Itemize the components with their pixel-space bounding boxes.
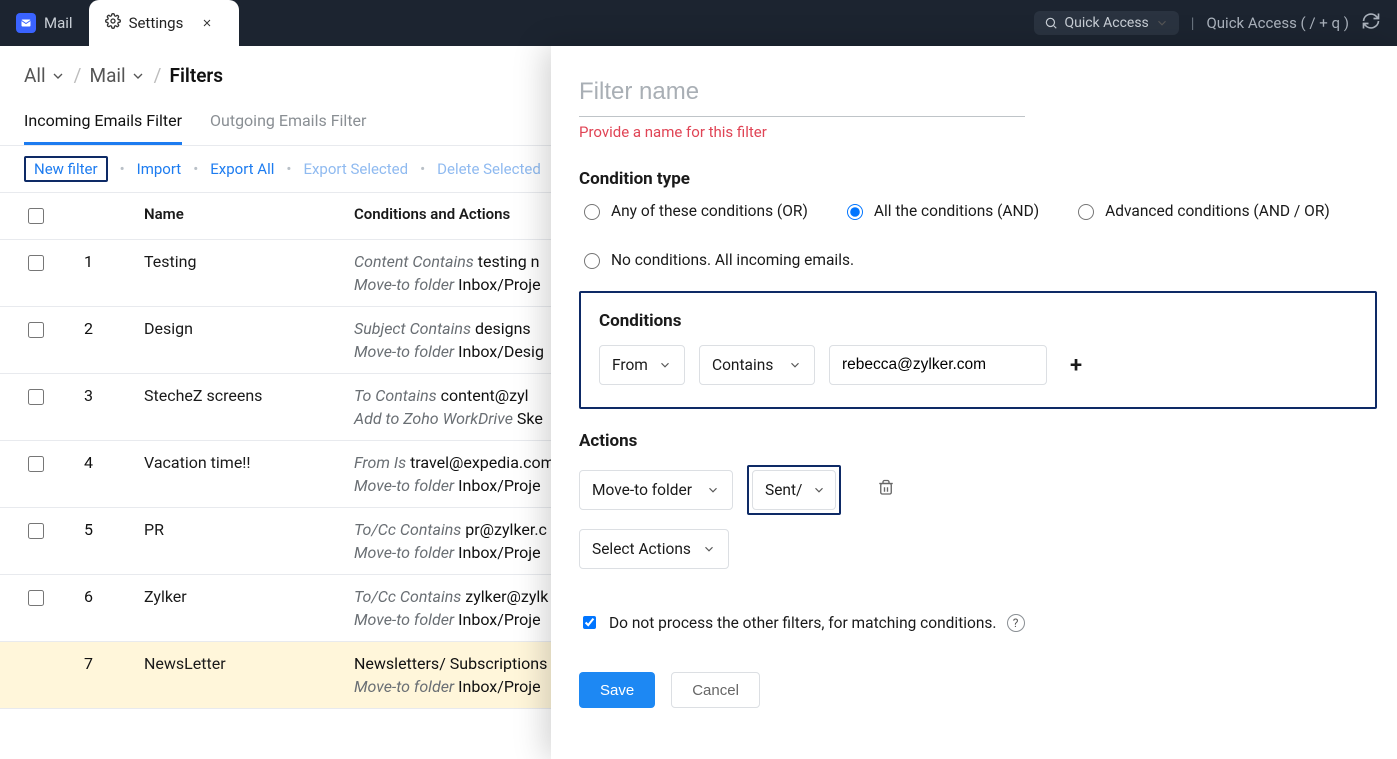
row-name: Testing bbox=[144, 252, 354, 271]
condition-value-input[interactable] bbox=[829, 345, 1047, 385]
breadcrumb-mail[interactable]: Mail bbox=[89, 64, 145, 87]
delete-action-button[interactable] bbox=[877, 479, 895, 501]
row-checkbox[interactable] bbox=[28, 523, 44, 539]
breadcrumb-all-label: All bbox=[24, 64, 46, 87]
tab-mail-label: Mail bbox=[44, 14, 73, 32]
breadcrumb-current: Filters bbox=[170, 64, 224, 87]
row-index: 5 bbox=[84, 520, 144, 539]
select-all-checkbox[interactable] bbox=[28, 208, 44, 224]
quick-access-hint: Quick Access ( / + q ) bbox=[1206, 14, 1349, 32]
export-selected-link[interactable]: Export Selected bbox=[303, 160, 408, 178]
row-index: 7 bbox=[84, 654, 144, 673]
action-type-dropdown[interactable]: Move-to folder bbox=[579, 470, 733, 510]
condition-type-title: Condition type bbox=[579, 169, 1377, 189]
chevron-down-icon bbox=[702, 542, 716, 556]
search-icon bbox=[1044, 16, 1058, 30]
filter-edit-panel: Provide a name for this filter Condition… bbox=[551, 46, 1397, 759]
tab-settings[interactable]: Settings bbox=[89, 0, 239, 46]
condition-type-radios: Any of these conditions (OR) All the con… bbox=[579, 201, 1377, 269]
quick-access-pill-label: Quick Access bbox=[1064, 15, 1148, 31]
row-checkbox[interactable] bbox=[28, 456, 44, 472]
row-name: NewsLetter bbox=[144, 654, 354, 673]
sync-icon[interactable] bbox=[1361, 11, 1381, 35]
add-action-dropdown[interactable]: Select Actions bbox=[579, 529, 729, 569]
row-name: Zylker bbox=[144, 587, 354, 606]
row-index: 2 bbox=[84, 319, 144, 338]
delete-selected-link[interactable]: Delete Selected bbox=[437, 160, 541, 178]
row-index: 6 bbox=[84, 587, 144, 606]
help-icon[interactable]: ? bbox=[1007, 614, 1025, 632]
filter-name-error: Provide a name for this filter bbox=[579, 123, 1377, 141]
chevron-down-icon bbox=[812, 483, 826, 497]
chevron-down-icon bbox=[788, 358, 802, 372]
skip-other-filters-label: Do not process the other filters, for ma… bbox=[609, 614, 997, 632]
chevron-down-icon bbox=[50, 68, 66, 84]
skip-other-filters-checkbox[interactable] bbox=[583, 616, 596, 629]
save-button[interactable]: Save bbox=[579, 672, 655, 708]
chevron-down-icon bbox=[130, 68, 146, 84]
gear-icon bbox=[105, 13, 121, 33]
radio-any[interactable]: Any of these conditions (OR) bbox=[579, 201, 808, 220]
row-name: StecheZ screens bbox=[144, 386, 354, 405]
tab-incoming-filters[interactable]: Incoming Emails Filter bbox=[24, 101, 182, 145]
tab-settings-label: Settings bbox=[129, 14, 184, 32]
filter-name-input[interactable] bbox=[579, 72, 1025, 117]
row-checkbox[interactable] bbox=[28, 590, 44, 606]
export-all-link[interactable]: Export All bbox=[210, 160, 274, 178]
quick-access-area: Quick Access | Quick Access ( / + q ) bbox=[1034, 0, 1397, 46]
conditions-title: Conditions bbox=[599, 311, 1357, 331]
condition-row: From Contains + bbox=[599, 345, 1357, 385]
topbar: Mail Settings Quick Access | Quick Acces… bbox=[0, 0, 1397, 46]
row-checkbox[interactable] bbox=[28, 322, 44, 338]
breadcrumb-mail-label: Mail bbox=[89, 64, 125, 87]
row-index: 4 bbox=[84, 453, 144, 472]
action-folder-dropdown[interactable]: Sent/ bbox=[752, 470, 836, 510]
import-link[interactable]: Import bbox=[137, 160, 182, 178]
breadcrumb-all[interactable]: All bbox=[24, 64, 66, 87]
row-checkbox[interactable] bbox=[28, 389, 44, 405]
radio-all[interactable]: All the conditions (AND) bbox=[842, 201, 1039, 220]
row-name: PR bbox=[144, 520, 354, 539]
quick-access-dropdown[interactable]: Quick Access bbox=[1034, 11, 1178, 35]
row-name: Design bbox=[144, 319, 354, 338]
tab-mail[interactable]: Mail bbox=[0, 0, 89, 46]
mail-app-icon bbox=[16, 13, 36, 33]
row-checkbox[interactable] bbox=[28, 255, 44, 271]
add-condition-button[interactable]: + bbox=[1061, 353, 1091, 378]
chevron-down-icon bbox=[706, 483, 720, 497]
chevron-down-icon bbox=[658, 358, 672, 372]
cancel-button[interactable]: Cancel bbox=[671, 672, 760, 708]
condition-field-dropdown[interactable]: From bbox=[599, 345, 685, 385]
radio-advanced[interactable]: Advanced conditions (AND / OR) bbox=[1073, 201, 1330, 220]
chevron-down-icon bbox=[1155, 16, 1169, 30]
action-row: Move-to folder Sent/ bbox=[579, 465, 1377, 515]
row-name: Vacation time!! bbox=[144, 453, 354, 472]
row-index: 1 bbox=[84, 252, 144, 271]
tab-outgoing-filters[interactable]: Outgoing Emails Filter bbox=[210, 101, 366, 145]
col-name: Name bbox=[144, 205, 354, 223]
conditions-box: Conditions From Contains + bbox=[579, 291, 1377, 409]
row-index: 3 bbox=[84, 386, 144, 405]
actions-title: Actions bbox=[579, 431, 1377, 451]
tab-close-button[interactable] bbox=[197, 13, 217, 33]
condition-operator-dropdown[interactable]: Contains bbox=[699, 345, 815, 385]
new-filter-link[interactable]: New filter bbox=[34, 160, 98, 178]
radio-none[interactable]: No conditions. All incoming emails. bbox=[579, 250, 1377, 269]
